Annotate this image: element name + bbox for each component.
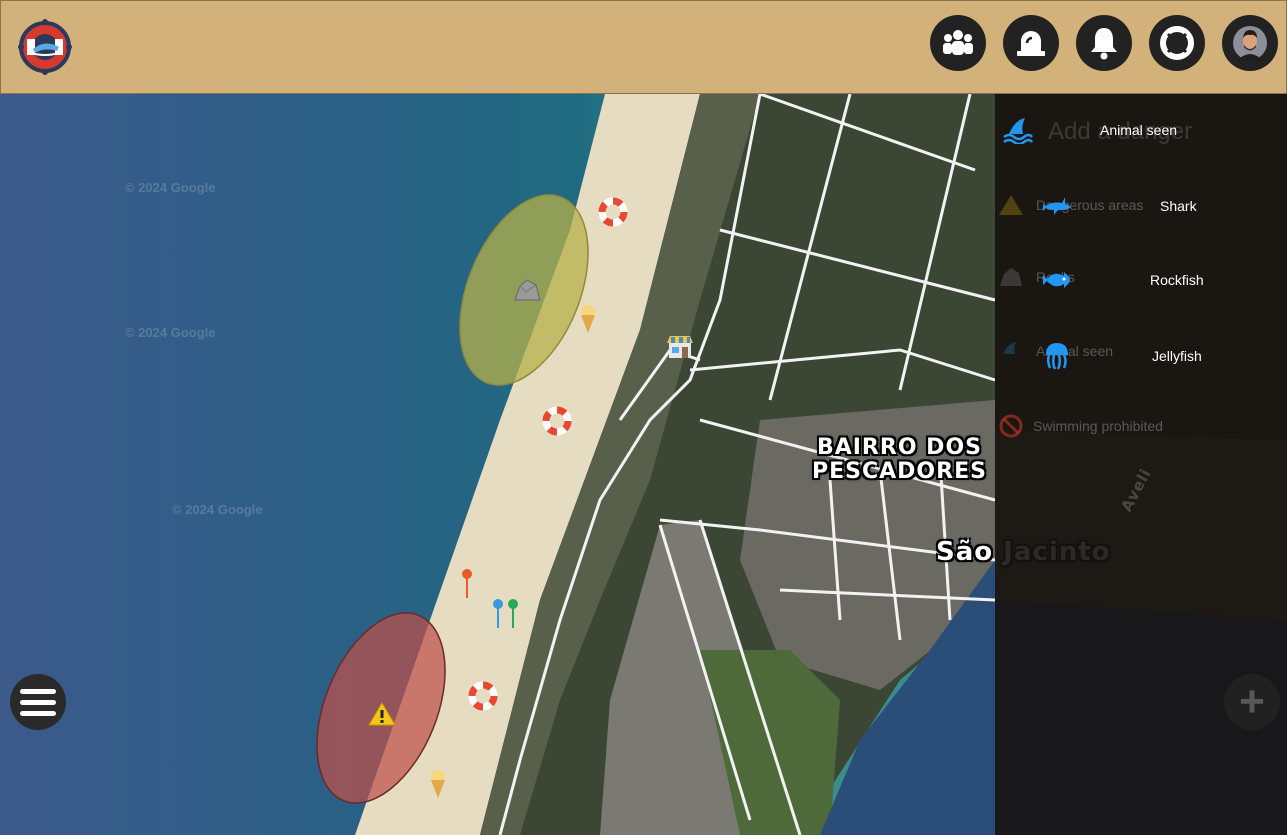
add-button[interactable]: + (1224, 674, 1280, 730)
animal-option-jellyfish[interactable]: Jellyfish (1044, 341, 1202, 371)
map-watermark: © 2024 Google (125, 325, 216, 340)
groups-button[interactable] (930, 15, 986, 71)
pin-marker-red[interactable] (460, 568, 474, 600)
shark-fin-icon (1003, 342, 1016, 354)
profile-button[interactable] (1222, 15, 1278, 71)
map-watermark: © 2024 Google (125, 180, 216, 195)
menu-icon-bar (20, 699, 56, 705)
no-swimming-icon (999, 414, 1023, 438)
animal-seen-item[interactable]: Animal seen (1003, 116, 1177, 144)
help-button[interactable] (1149, 15, 1205, 71)
emergency-button[interactable] (1003, 15, 1059, 71)
rock-icon (1000, 268, 1022, 286)
animal-option-label: Rockfish (1150, 272, 1204, 288)
map-watermark: © 2024 Google (172, 502, 263, 517)
menu-icon-bar (20, 688, 56, 694)
lifebuoy-marker[interactable] (542, 406, 572, 436)
fish-icon (1043, 272, 1070, 288)
shark-fin-icon (1003, 118, 1033, 144)
rock-marker[interactable] (512, 276, 542, 304)
warning-icon (999, 195, 1023, 215)
animal-option-shark[interactable]: Shark (1042, 194, 1197, 218)
menu-button[interactable] (10, 674, 66, 730)
plus-icon: + (1239, 677, 1265, 726)
pin-marker-blue[interactable] (491, 598, 505, 630)
avatar (1233, 26, 1267, 61)
lifebuoy-marker[interactable] (598, 197, 628, 227)
shark-icon (1043, 197, 1071, 215)
street-label: Aveli (1117, 465, 1155, 515)
lifebuoy-marker[interactable] (468, 681, 498, 711)
swimming-prohibited-item: Swimming prohibited (998, 413, 1163, 439)
siren-icon (1017, 31, 1045, 56)
animal-option-label: Jellyfish (1152, 348, 1202, 364)
faded-item-label: Swimming prohibited (1033, 418, 1163, 434)
top-bar (0, 0, 1287, 94)
jellyfish-icon (1046, 343, 1068, 370)
menu-icon-bar (20, 710, 56, 716)
ice-cream-marker[interactable] (428, 769, 448, 799)
neighborhood-label: BAIRRO DOS PESCADORES (812, 435, 987, 484)
app-logo (18, 19, 72, 75)
pin-marker-green[interactable] (506, 598, 520, 630)
notifications-button[interactable] (1076, 15, 1132, 71)
animal-option-label: Shark (1160, 198, 1197, 214)
warning-icon[interactable] (368, 702, 396, 726)
shop-marker[interactable] (666, 334, 694, 360)
animal-seen-header: Animal seen (1100, 122, 1178, 138)
animal-option-rockfish[interactable]: Rockfish (1042, 268, 1204, 292)
bell-icon (1091, 28, 1117, 60)
group-icon (943, 30, 973, 55)
ice-cream-marker[interactable] (578, 304, 598, 334)
lifebuoy-icon (1160, 26, 1194, 60)
